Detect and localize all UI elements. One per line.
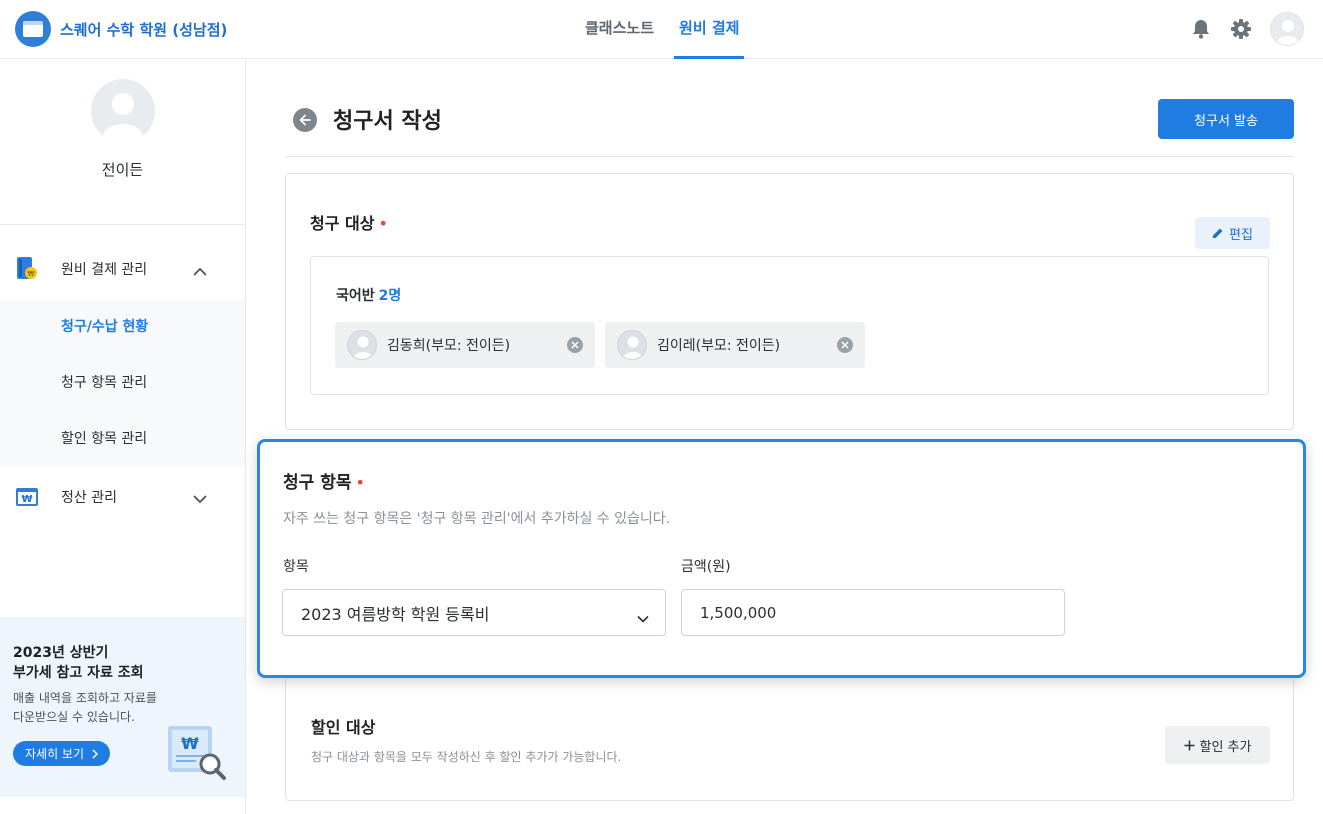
- page-header: 청구서 작성 청구서 발송: [285, 99, 1294, 157]
- section-description: 청구 대상과 항목을 모두 작성하신 후 할인 추가가 가능합니다.: [311, 750, 622, 764]
- brand-name: 스퀘어 수학 학원 (성남점): [60, 20, 228, 39]
- top-icons: [1172, 12, 1304, 46]
- discount-section: 할인 대상 청구 대상과 항목을 모두 작성하신 후 할인 추가가 가능합니다.…: [285, 678, 1294, 801]
- payment-submenu: 청구/수납 현황 청구 항목 관리 할인 항목 관리: [0, 299, 245, 467]
- brand-logo-icon: [15, 11, 51, 47]
- item-field-label: 항목: [283, 559, 309, 575]
- sidebar-item-billing-status[interactable]: 청구/수납 현황: [0, 299, 245, 355]
- billing-target-section: 청구 대상 • 편집 국어반 2명 김동희(부모: 전이든) 김이레(부모: 전이든…: [285, 173, 1294, 430]
- tab-classnote[interactable]: 클래스노트: [585, 0, 654, 59]
- pencil-icon: [1213, 228, 1223, 238]
- profile-panel: 전이든: [0, 79, 245, 225]
- chevron-right-icon: [92, 748, 99, 759]
- amount-field-label: 금액(원): [681, 559, 731, 575]
- promo-description: 매출 내역을 조회하고 자료를 다운받으실 수 있습니다.: [13, 691, 157, 724]
- avatar: [617, 330, 647, 360]
- main-nav: 클래스노트 원비 결제: [585, 0, 769, 59]
- back-arrow-icon[interactable]: [293, 108, 317, 132]
- student-name: 김이레(부모: 전이든): [657, 338, 781, 354]
- svg-text:₩: ₩: [28, 270, 35, 278]
- chevron-down-icon[interactable]: [193, 489, 207, 508]
- receipt-search-icon: ₩: [164, 724, 228, 780]
- profile-avatar: [90, 79, 155, 143]
- bell-icon[interactable]: [1190, 18, 1212, 40]
- sidebar-item-label: 정산 관리: [61, 490, 117, 506]
- page-title: 청구서 작성: [333, 109, 442, 134]
- item-select[interactable]: 2023 여름방학 학원 등록비: [282, 589, 666, 636]
- sidebar-item-billing-items[interactable]: 청구 항목 관리: [0, 355, 245, 411]
- class-count: 2명: [378, 288, 402, 304]
- promo-detail-button[interactable]: 자세히 보기: [13, 741, 111, 766]
- class-label: 국어반 2명: [336, 288, 402, 304]
- edit-target-button[interactable]: 편집: [1195, 217, 1270, 249]
- top-bar: 스퀘어 수학 학원 (성남점) 클래스노트 원비 결제: [0, 0, 1323, 59]
- svg-text:₩: ₩: [21, 494, 32, 505]
- billing-items-section: 청구 항목 • 자주 쓰는 청구 항목은 '청구 항목 관리'에서 추가하실 수 …: [257, 439, 1306, 678]
- add-discount-button[interactable]: 할인 추가: [1165, 726, 1270, 764]
- gear-icon[interactable]: [1230, 18, 1252, 40]
- remove-icon[interactable]: [837, 337, 853, 353]
- profile-name: 전이든: [101, 161, 144, 179]
- required-mark: •: [378, 214, 388, 233]
- section-title: 청구 대상 •: [310, 214, 388, 233]
- settlement-icon: ₩: [15, 485, 39, 509]
- sidebar-item-discount-items[interactable]: 할인 항목 관리: [0, 411, 245, 467]
- svg-text:₩: ₩: [181, 734, 199, 753]
- student-chip: 김이레(부모: 전이든): [605, 322, 865, 368]
- amount-input[interactable]: 1,500,000: [681, 589, 1065, 636]
- sidebar: 전이든 ₩ 원비 결제 관리 청구/수납 현황 청구 항목 관리 할인 항목 관…: [0, 59, 246, 814]
- section-description: 자주 쓰는 청구 항목은 '청구 항목 관리'에서 추가하실 수 있습니다.: [283, 511, 671, 527]
- send-invoice-button[interactable]: 청구서 발송: [1158, 99, 1294, 139]
- sidebar-item-label: 원비 결제 관리: [61, 262, 148, 278]
- sidebar-item-payment-management[interactable]: ₩ 원비 결제 관리: [0, 239, 245, 299]
- payment-book-icon: ₩: [15, 257, 39, 281]
- student-name: 김동희(부모: 전이든): [387, 338, 511, 354]
- student-chip: 김동희(부모: 전이든): [335, 322, 595, 368]
- plus-icon: [1184, 740, 1194, 750]
- section-title: 할인 대상: [311, 718, 376, 737]
- chevron-up-icon[interactable]: [193, 261, 207, 280]
- tab-tuition-payment[interactable]: 원비 결제: [674, 0, 745, 59]
- sidebar-item-settlement[interactable]: ₩ 정산 관리: [0, 467, 245, 527]
- required-mark: •: [355, 473, 365, 492]
- avatar[interactable]: [1270, 12, 1304, 46]
- avatar: [347, 330, 377, 360]
- vat-promo-banner: 2023년 상반기 부가세 참고 자료 조회 매출 내역을 조회하고 자료를 다…: [0, 617, 245, 797]
- remove-icon[interactable]: [567, 337, 583, 353]
- promo-title: 2023년 상반기 부가세 참고 자료 조회: [13, 645, 144, 681]
- target-list-box: 국어반 2명 김동희(부모: 전이든) 김이레(부모: 전이든): [310, 256, 1269, 395]
- brand[interactable]: 스퀘어 수학 학원 (성남점): [15, 11, 227, 47]
- chevron-down-icon: [637, 608, 649, 627]
- section-title: 청구 항목 •: [283, 473, 365, 493]
